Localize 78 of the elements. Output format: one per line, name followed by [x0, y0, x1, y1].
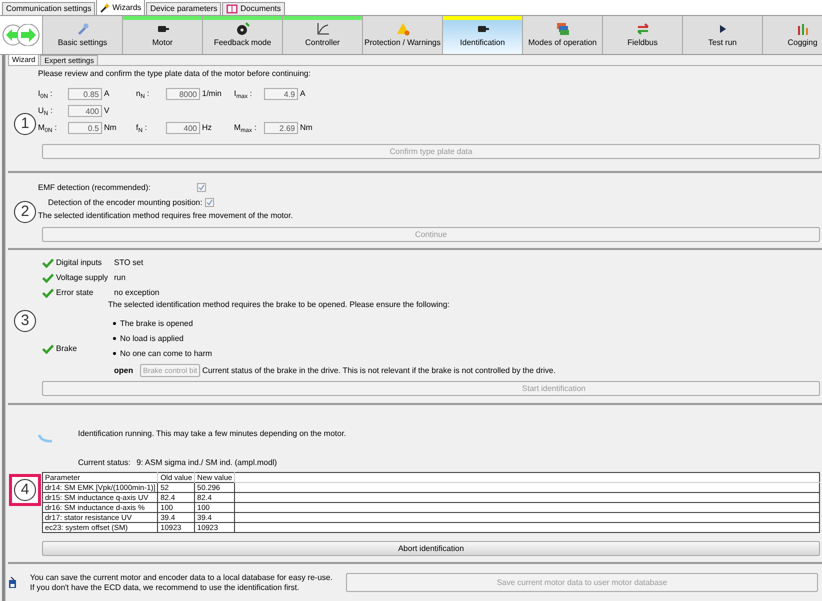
tab[interactable]: Documents [222, 2, 285, 15]
footer-text: You can save the current motor and encoder data to a local database for easy re-use. [30, 572, 334, 582]
curve-icon [316, 22, 330, 36]
status-value: 9: ASM sigma ind./ SM ind. (ampl.modl) [136, 458, 277, 468]
windows-icon [556, 22, 570, 36]
tab[interactable]: Wizards [96, 0, 146, 15]
warning-icon [396, 22, 410, 36]
wizard-step-tab[interactable]: Identification [442, 16, 522, 54]
wrench-icon [76, 22, 90, 36]
check-label: Brake [56, 344, 77, 354]
checkmark-icon [42, 344, 54, 354]
note-text: The selected identification method requires free movement of the motor. [38, 211, 294, 221]
unit-label: Nm [300, 123, 312, 133]
field-label: I$_{0N}$ : [38, 89, 54, 99]
checkbox[interactable] [205, 198, 214, 207]
input-field[interactable]: 8000 [166, 88, 200, 100]
unit-label: A [300, 89, 306, 99]
wizard-step-tab[interactable]: Protection / Warnings [362, 16, 442, 54]
checkbox[interactable] [197, 183, 206, 192]
step-number: 2 [14, 200, 36, 222]
checkmark-icon [42, 288, 54, 298]
option-label: EMF detection (recommended): [38, 182, 152, 192]
status-note: Current status of the brake in the drive. This is not relevant if the brake is not controlled by the drive. [202, 366, 556, 376]
checkmark-icon [42, 258, 54, 268]
bullet-text: No load is applied [120, 334, 184, 344]
instruction-text: Please review and confirm the type plate data of the motor before continuing: [38, 69, 312, 79]
field-label: I$_{max}$ : [234, 89, 254, 99]
check-value: run [114, 272, 126, 282]
progress-message: Identification running. This may take a few minutes depending on the motor. [78, 429, 346, 439]
unit-label: Hz [202, 123, 212, 133]
input-field[interactable]: 4.9 [264, 88, 298, 100]
unit-label: A [104, 89, 110, 99]
bar-chart-icon [796, 22, 810, 36]
checkmark-icon [42, 272, 54, 282]
bullet-icon [113, 322, 116, 325]
wizard-step-tab[interactable]: Motor [122, 16, 202, 54]
status-label: Current status: [78, 458, 130, 468]
step-number: 1 [14, 112, 36, 134]
loading-spinner-icon [38, 433, 54, 443]
tab[interactable]: Communication settings [2, 2, 96, 15]
check-label: Digital inputs [56, 258, 103, 268]
navigation-arrows-icon[interactable] [2, 24, 40, 46]
field-label: M$_{max}$ : [234, 123, 258, 133]
step-number: 4 [14, 479, 36, 501]
field-label: M$_{0N}$ : [38, 123, 58, 133]
play-icon [718, 24, 726, 34]
input-field[interactable]: 400 [68, 105, 102, 117]
input-field[interactable]: 2.69 [264, 122, 298, 134]
database-save-icon [8, 576, 18, 588]
field-label: f$_{N}$ : [136, 123, 148, 133]
bullet-icon [113, 337, 116, 340]
instruction-text: The selected identification method requires the brake to be opened. Please ensure the following: [108, 300, 451, 311]
bullet-icon [113, 352, 116, 355]
wand-icon [100, 2, 110, 12]
footer-text: If you don't have the ECD data, we recommend to use the identification first. [30, 582, 300, 592]
tab[interactable]: Device parameters [146, 2, 222, 15]
abort-button[interactable]: Abort identification [42, 541, 820, 556]
unit-label: Nm [104, 123, 116, 133]
wizard-step-tab[interactable]: Controller [282, 16, 362, 54]
unit-label: V [104, 106, 110, 116]
field-label: n$_{N}$ : [136, 89, 150, 99]
check-value: no exception [114, 288, 160, 298]
check-label: Error state [56, 288, 94, 298]
brake-status: open [114, 366, 134, 376]
encoder-icon [236, 22, 250, 36]
wizard-step-tab[interactable]: Feedback mode [202, 16, 282, 54]
bullet-text: The brake is opened [120, 318, 193, 328]
input-field[interactable]: 0.5 [68, 122, 102, 134]
unit-label: 1/min [202, 89, 222, 99]
bullet-text: No one can come to harm [120, 348, 212, 358]
field-label: U$_{N}$ : [38, 106, 54, 116]
check-label: Voltage supply [56, 272, 110, 282]
check-value: STO set [114, 258, 144, 268]
input-field[interactable]: 0.85 [68, 88, 102, 100]
input-field[interactable]: 400 [166, 122, 200, 134]
option-label: Detection of the encoder mounting position: [48, 198, 202, 208]
exchange-icon [636, 22, 650, 36]
step-number: 3 [14, 310, 36, 332]
